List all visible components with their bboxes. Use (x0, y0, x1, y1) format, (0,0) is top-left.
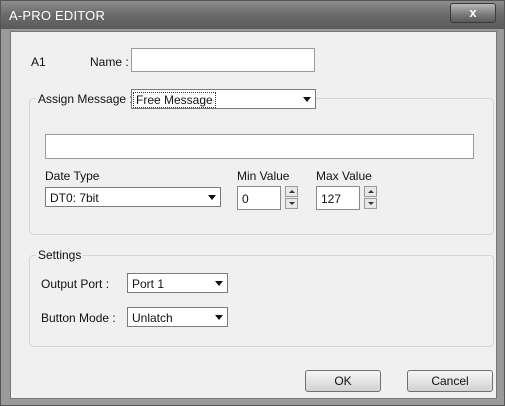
ok-button[interactable]: OK (305, 370, 381, 392)
settings-title: Settings (36, 248, 84, 262)
message-text-input[interactable] (45, 134, 474, 159)
max-value-input[interactable]: 127 (316, 186, 360, 210)
assign-message-label: Assign Message : (36, 92, 135, 106)
min-decrement-button[interactable] (285, 198, 298, 209)
max-increment-button[interactable] (364, 186, 377, 197)
button-mode-label: Button Mode : (41, 311, 116, 325)
chevron-down-icon (208, 195, 216, 200)
output-port-select[interactable]: Port 1 (127, 273, 228, 293)
min-value-label: Min Value (237, 169, 290, 183)
chevron-down-icon (215, 315, 223, 320)
assign-message-select[interactable]: Free Message (131, 89, 316, 109)
settings-group (29, 255, 494, 347)
title-bar[interactable]: A-PRO EDITOR x (1, 1, 504, 29)
max-value-label: Max Value (316, 169, 372, 183)
chevron-down-icon (303, 97, 311, 102)
min-increment-button[interactable] (285, 186, 298, 197)
max-decrement-button[interactable] (364, 198, 377, 209)
dialog-window: A-PRO EDITOR x A1 Name : Assign Message … (0, 0, 505, 406)
cancel-button[interactable]: Cancel (407, 370, 493, 392)
max-value-stepper: 127 (316, 186, 380, 210)
min-value-input[interactable]: 0 (237, 186, 281, 210)
min-value: 0 (242, 192, 249, 206)
assign-message-group (29, 98, 494, 235)
close-icon: x (469, 5, 477, 20)
output-port-value: Port 1 (132, 277, 165, 291)
date-type-select[interactable]: DT0: 7bit (45, 187, 221, 207)
slot-label: A1 (31, 55, 46, 69)
date-type-value: DT0: 7bit (50, 191, 99, 205)
chevron-down-icon (215, 281, 223, 286)
button-mode-select[interactable]: Unlatch (127, 307, 228, 327)
min-value-stepper: 0 (237, 186, 301, 210)
date-type-label: Date Type (45, 169, 100, 183)
button-mode-value: Unlatch (132, 311, 173, 325)
max-value: 127 (321, 192, 342, 206)
name-label: Name : (90, 55, 129, 69)
dialog-body: A1 Name : Assign Message : Free Message … (10, 31, 497, 399)
assign-message-value: Free Message (133, 92, 216, 108)
close-button[interactable]: x (450, 3, 496, 23)
name-input[interactable] (131, 48, 315, 72)
window-title: A-PRO EDITOR (9, 8, 106, 23)
output-port-label: Output Port : (41, 277, 110, 291)
